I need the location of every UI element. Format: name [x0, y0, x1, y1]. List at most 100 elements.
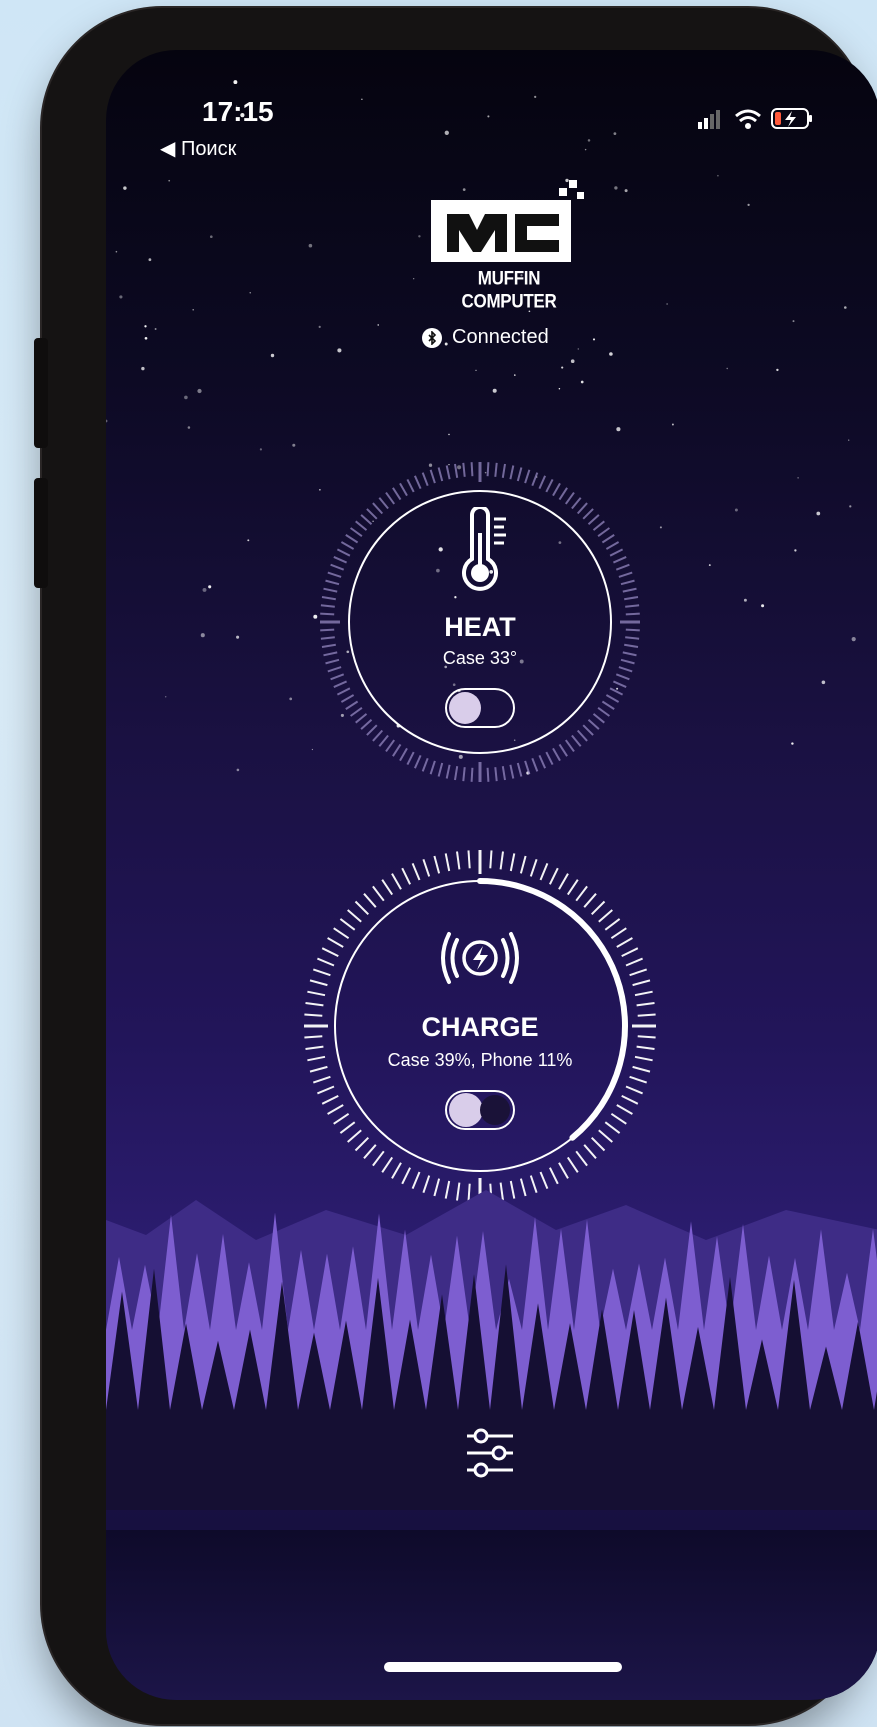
status-time: 17:15 — [202, 96, 274, 127]
signal-icon — [698, 110, 720, 129]
star — [106, 419, 108, 423]
star — [377, 324, 379, 326]
star — [726, 367, 728, 370]
star — [141, 366, 145, 371]
star — [259, 448, 262, 451]
star — [168, 179, 171, 182]
star — [816, 511, 821, 516]
star — [791, 742, 794, 745]
star — [580, 380, 584, 384]
star — [318, 325, 321, 329]
star — [448, 433, 450, 436]
star — [616, 427, 621, 432]
home-indicator[interactable] — [384, 1662, 622, 1672]
star — [292, 443, 296, 447]
charge-control: CHARGE Case 39%, Phone 11% — [300, 846, 660, 1206]
star — [413, 278, 415, 280]
thermometer-icon — [462, 507, 506, 591]
star — [514, 374, 516, 376]
star — [236, 768, 240, 772]
star — [119, 295, 123, 299]
heat-control: HEAT Case 33° — [310, 452, 650, 792]
star — [164, 696, 167, 698]
back-to-search-link[interactable]: ◀ Поиск — [160, 136, 236, 161]
star — [148, 258, 152, 262]
wireless-charge-icon — [441, 932, 519, 984]
star — [851, 637, 856, 642]
star — [561, 366, 564, 369]
charge-subtitle: Case 39%, Phone 11% — [387, 1050, 573, 1070]
star — [289, 697, 293, 701]
mc-logo-icon — [431, 180, 584, 262]
star — [154, 328, 157, 330]
star — [487, 115, 490, 118]
star — [614, 186, 618, 190]
star — [361, 98, 363, 100]
star — [587, 139, 591, 142]
star — [797, 477, 799, 479]
charge-toggle-knob — [480, 1095, 510, 1125]
brand-logo: MUFFIN COMPUTER — [431, 178, 587, 312]
star — [584, 148, 587, 151]
star — [558, 388, 561, 390]
star — [187, 426, 191, 429]
star — [849, 505, 852, 508]
charge-toggle-pill — [449, 1093, 483, 1127]
star — [492, 388, 497, 393]
star — [202, 587, 207, 592]
star — [144, 336, 148, 340]
star — [734, 508, 738, 512]
star — [123, 186, 127, 190]
bluetooth-icon — [422, 327, 442, 348]
star — [475, 369, 477, 371]
star — [848, 439, 850, 441]
star — [192, 308, 194, 311]
star — [666, 303, 668, 305]
star — [624, 189, 628, 193]
star — [792, 320, 795, 323]
star — [844, 306, 847, 309]
heat-title: HEAT — [444, 612, 516, 642]
heat-toggle-knob — [449, 692, 481, 724]
star — [609, 352, 613, 356]
star — [613, 132, 617, 135]
star — [308, 243, 313, 248]
connection-status-text: Connected — [452, 326, 549, 348]
star — [671, 423, 674, 426]
star — [418, 235, 421, 238]
wifi-icon — [735, 109, 761, 129]
star — [659, 526, 662, 529]
star — [200, 633, 205, 638]
volume-down-button — [34, 478, 48, 588]
star — [717, 174, 719, 177]
star — [197, 388, 202, 394]
charge-toggle[interactable] — [445, 1090, 515, 1130]
star — [570, 359, 575, 364]
star — [743, 598, 747, 602]
star — [761, 604, 765, 608]
star — [534, 95, 537, 99]
star — [249, 292, 251, 294]
star — [592, 338, 596, 341]
bottom-bar — [106, 1530, 877, 1700]
star — [444, 130, 449, 135]
app-screen: 17:15 ◀ Поиск MUFFIN COMPUTER Connected … — [106, 50, 877, 1700]
heat-toggle[interactable] — [445, 688, 515, 728]
settings-button[interactable] — [463, 1426, 517, 1480]
brand-name: MUFFIN COMPUTER — [461, 267, 557, 312]
phone-frame: 17:15 ◀ Поиск MUFFIN COMPUTER Connected … — [34, 8, 877, 1724]
star — [794, 549, 797, 552]
charge-title: CHARGE — [421, 1012, 539, 1042]
star — [577, 348, 580, 350]
star — [821, 680, 826, 685]
star — [184, 395, 188, 400]
sliders-icon — [467, 1428, 513, 1478]
star — [776, 368, 779, 372]
star — [270, 353, 275, 358]
star — [337, 348, 342, 353]
star — [247, 539, 250, 542]
star — [208, 585, 212, 589]
status-icons — [698, 106, 818, 137]
star — [209, 235, 213, 239]
star — [747, 203, 750, 207]
